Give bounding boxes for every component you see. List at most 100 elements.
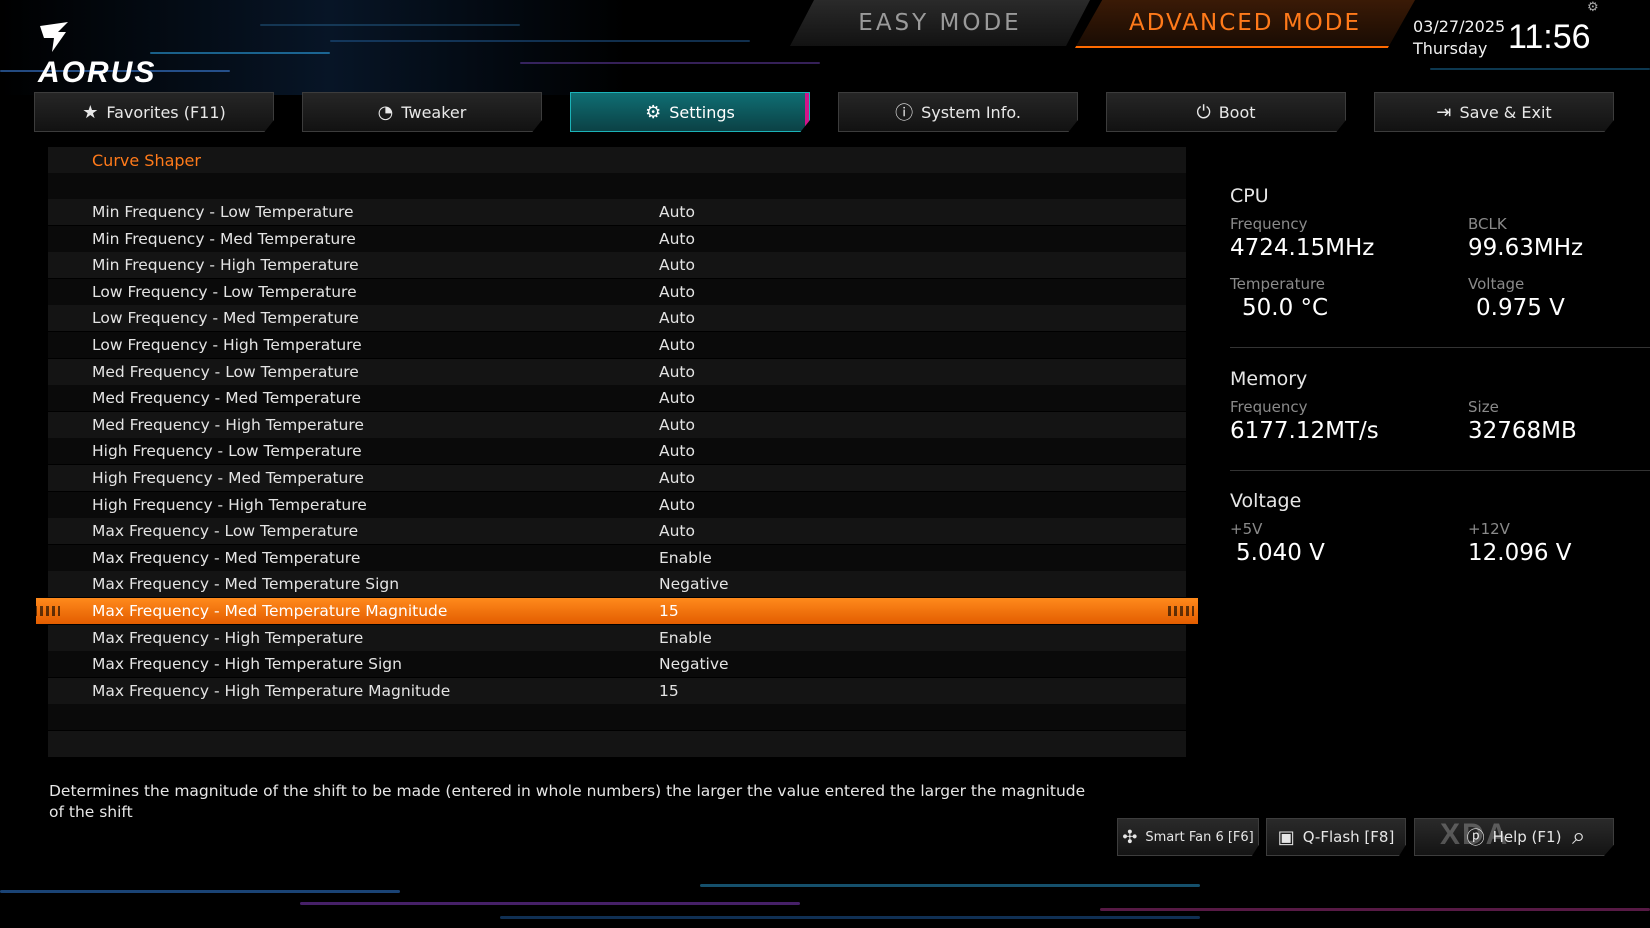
button-label: Q-Flash [F8] (1302, 828, 1395, 846)
bclk-label: BCLK (1468, 215, 1507, 233)
setting-row[interactable]: Min Frequency - Low Temperature Auto (48, 199, 1186, 225)
setting-row[interactable]: Med Frequency - Low Temperature Auto (48, 358, 1186, 385)
setting-name: High Frequency - Low Temperature (92, 442, 362, 461)
tab-label: Boot (1218, 102, 1256, 122)
setting-value[interactable]: Auto (659, 230, 695, 248)
setting-row[interactable]: Max Frequency - High Temperature Sign Neg… (48, 651, 1186, 678)
setting-row[interactable]: Med Frequency - High Temperature Auto (48, 411, 1186, 438)
selection-notch-left (34, 606, 60, 616)
eagle-icon (40, 22, 68, 52)
setting-name: Min Frequency - High Temperature (92, 256, 359, 275)
setting-row[interactable]: Min Frequency - Med Temperature Auto (48, 225, 1186, 252)
setting-name: Med Frequency - Med Temperature (92, 389, 362, 408)
setting-row[interactable]: Med Frequency - Med Temperature Auto (48, 385, 1186, 412)
setting-name: Max Frequency - High Temperature Magnitu… (92, 681, 451, 700)
setting-value[interactable]: Auto (659, 496, 695, 514)
blank-row (48, 173, 1186, 199)
setting-value[interactable]: 15 (659, 682, 679, 700)
xda-watermark: XDA (1440, 818, 1510, 851)
cpu-voltage-value: 0.975 V (1476, 295, 1565, 321)
settings-gear-icon[interactable]: ⚙ (1587, 0, 1599, 15)
v12-label: +12V (1468, 520, 1510, 538)
power-icon: ⏻ (1196, 101, 1211, 123)
setting-value[interactable]: Auto (659, 416, 695, 434)
setting-row[interactable]: Max Frequency - Med Temperature Sign Nega… (48, 571, 1186, 598)
setting-name: Med Frequency - High Temperature (92, 415, 364, 434)
tab-label: Save & Exit (1459, 102, 1552, 122)
setting-row[interactable]: Max Frequency - High Temperature Magnitu… (48, 677, 1186, 704)
cpu-voltage-label: Voltage (1468, 275, 1525, 293)
setting-value[interactable]: Enable (659, 549, 712, 567)
setting-name: Max Frequency - High Temperature Sign (92, 655, 402, 674)
main-tabs: ★ Favorites (F11) ◔ Tweaker ⚙ Settings ⓘ… (34, 92, 1620, 132)
button-label: Smart Fan 6 [F6] (1145, 829, 1254, 845)
search-icon[interactable]: ⌕ (1572, 822, 1585, 850)
clock: 11:56 (1508, 18, 1591, 56)
easy-mode-button[interactable]: EASY MODE (790, 0, 1090, 46)
setting-value[interactable]: Negative (659, 655, 729, 673)
setting-name: Max Frequency - Med Temperature (92, 548, 361, 567)
bclk-value: 99.63MHz (1468, 235, 1584, 261)
setting-row[interactable]: Max Frequency - Low Temperature Auto (48, 518, 1186, 545)
gear-icon: ⚙ (645, 101, 662, 123)
setting-value[interactable]: Negative (659, 575, 729, 593)
setting-value[interactable]: Auto (659, 256, 695, 274)
setting-value[interactable]: Auto (659, 309, 695, 327)
setting-row[interactable]: Max Frequency - Med Temperature Enable (48, 544, 1186, 571)
setting-row[interactable]: Low Frequency - Med Temperature Auto (48, 305, 1186, 332)
setting-value[interactable]: Auto (659, 389, 695, 407)
tab-tweaker[interactable]: ◔ Tweaker (302, 92, 542, 132)
voltage-info: Voltage +5V 5.040 V +12V 12.096 V (1230, 490, 1650, 580)
memory-size-label: Size (1468, 398, 1499, 416)
tab-boot[interactable]: ⏻ Boot (1106, 92, 1346, 132)
setting-value[interactable]: Auto (659, 522, 695, 540)
info-divider (1230, 470, 1650, 471)
memory-title: Memory (1230, 368, 1308, 390)
setting-name: Max Frequency - Med Temperature Magnitud… (92, 602, 448, 620)
cpu-frequency-value: 4724.15MHz (1230, 235, 1375, 261)
settings-panel: Curve Shaper Min Frequency - Low Tempera… (34, 147, 1198, 759)
setting-value[interactable]: Auto (659, 442, 695, 460)
setting-row[interactable]: Max Frequency - High Temperature Enable (48, 624, 1186, 651)
weekday-text: Thursday (1413, 39, 1488, 58)
section-header: Curve Shaper (48, 147, 1186, 173)
cpu-temperature-value: 50.0 °C (1242, 295, 1329, 321)
setting-name: High Frequency - High Temperature (92, 495, 367, 514)
setting-row-selected[interactable]: Max Frequency - Med Temperature Magnitud… (34, 598, 1198, 624)
v5-value: 5.040 V (1236, 540, 1325, 566)
setting-name: Low Frequency - High Temperature (92, 336, 362, 354)
setting-value[interactable]: 15 (659, 602, 679, 620)
blank-row (48, 731, 1186, 757)
date-display: 03/27/2025 Thursday (1413, 16, 1505, 60)
tab-label: Settings (669, 102, 735, 122)
tab-settings[interactable]: ⚙ Settings (570, 92, 810, 132)
setting-value[interactable]: Enable (659, 629, 712, 647)
setting-name: High Frequency - Med Temperature (92, 469, 364, 487)
setting-row[interactable]: Min Frequency - High Temperature Auto (48, 252, 1186, 279)
setting-row[interactable]: Low Frequency - Low Temperature Auto (48, 278, 1186, 305)
section-title: Curve Shaper (92, 151, 201, 170)
advanced-mode-button[interactable]: ADVANCED MODE (1075, 0, 1415, 48)
gauge-icon: ◔ (377, 101, 394, 123)
info-icon: ⓘ (895, 103, 914, 124)
setting-row[interactable]: High Frequency - High Temperature Auto (48, 491, 1186, 518)
smart-fan-button[interactable]: ✣ Smart Fan 6 [F6] (1117, 818, 1259, 856)
tab-favorites[interactable]: ★ Favorites (F11) (34, 92, 274, 132)
setting-value[interactable]: Auto (659, 363, 695, 381)
setting-value[interactable]: Auto (659, 283, 695, 301)
setting-value[interactable]: Auto (659, 469, 695, 487)
v12-value: 12.096 V (1468, 540, 1572, 566)
setting-row[interactable]: High Frequency - Low Temperature Auto (48, 438, 1186, 465)
tab-save-exit[interactable]: ⇥ Save & Exit (1374, 92, 1614, 132)
tab-system-info[interactable]: ⓘ System Info. (838, 92, 1078, 132)
setting-row[interactable]: Low Frequency - High Temperature Auto (48, 332, 1186, 358)
footer-decoration (0, 870, 1650, 928)
setting-value[interactable]: Auto (659, 336, 695, 354)
setting-value[interactable]: Auto (659, 203, 695, 221)
memory-info: Memory Frequency 6177.12MT/s Size 32768M… (1230, 368, 1650, 458)
setting-name: Max Frequency - Med Temperature Sign (92, 575, 400, 594)
setting-name: Max Frequency - High Temperature (92, 628, 364, 647)
q-flash-button[interactable]: ▣ Q-Flash [F8] (1266, 818, 1406, 856)
date-text: 03/27/2025 (1413, 17, 1506, 36)
setting-row[interactable]: High Frequency - Med Temperature Auto (48, 465, 1186, 491)
